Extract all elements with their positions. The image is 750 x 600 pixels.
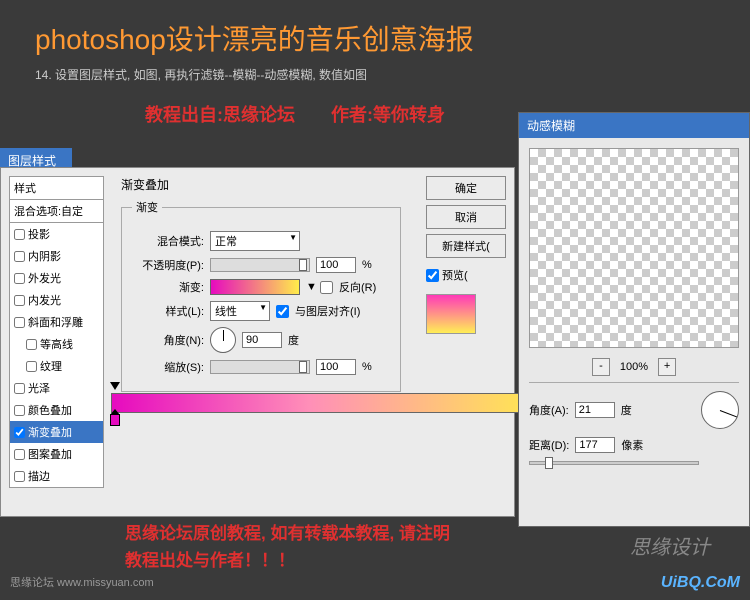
style-item-gradient-overlay[interactable]: 渐变叠加 bbox=[10, 421, 103, 443]
checkbox[interactable] bbox=[14, 405, 25, 416]
checkbox[interactable] bbox=[14, 229, 25, 240]
blend-mode-label: 混合模式: bbox=[132, 233, 204, 249]
style-item-bevel[interactable]: 斜面和浮雕 bbox=[10, 311, 103, 333]
gradient-preview[interactable] bbox=[210, 279, 300, 295]
align-checkbox[interactable] bbox=[276, 305, 289, 318]
angle-label: 角度(N): bbox=[132, 332, 204, 348]
angle-dial[interactable] bbox=[210, 327, 236, 353]
mb-distance-input[interactable] bbox=[575, 437, 615, 453]
cancel-button[interactable]: 取消 bbox=[426, 205, 506, 229]
scale-input[interactable] bbox=[316, 359, 356, 375]
motion-blur-preview bbox=[529, 148, 739, 348]
style-item-texture[interactable]: 纹理 bbox=[10, 355, 103, 377]
zoom-out-button[interactable]: - bbox=[592, 358, 610, 376]
step-subtitle: 14. 设置图层样式, 如图, 再执行滤镜--模糊--动感模糊, 数值如图 bbox=[0, 66, 750, 83]
layer-style-dialog: 样式 混合选项:自定 投影 内阴影 外发光 内发光 斜面和浮雕 等高线 纹理 光… bbox=[0, 167, 515, 517]
style-item-stroke[interactable]: 描边 bbox=[10, 465, 103, 487]
motion-blur-dialog: 动感模糊 - 100% + 角度(A): 度 距离(D): 像素 bbox=[518, 112, 750, 527]
blend-mode-select[interactable]: 正常 bbox=[210, 231, 300, 251]
footer-note: 思缘论坛原创教程, 如有转载本教程, 请注明 教程出处与作者！！！ bbox=[125, 520, 450, 574]
scale-label: 缩放(S): bbox=[132, 359, 204, 375]
watermark: UiBQ.CoM bbox=[661, 574, 740, 592]
gradient-overlay-panel: 渐变叠加 渐变 混合模式: 正常 不透明度(P): % 渐变: ▼ 反向(R) bbox=[121, 176, 401, 392]
style-item-outer-glow[interactable]: 外发光 bbox=[10, 267, 103, 289]
ok-button[interactable]: 确定 bbox=[426, 176, 506, 200]
styles-header: 样式 bbox=[10, 177, 103, 200]
gradient-label: 渐变: bbox=[132, 279, 204, 295]
mb-angle-label: 角度(A): bbox=[529, 402, 569, 418]
checkbox[interactable] bbox=[26, 361, 37, 372]
style-label: 样式(L): bbox=[132, 303, 204, 319]
reverse-label: 反向(R) bbox=[339, 279, 376, 295]
styles-list: 样式 混合选项:自定 投影 内阴影 外发光 内发光 斜面和浮雕 等高线 纹理 光… bbox=[9, 176, 104, 488]
angle-input[interactable] bbox=[242, 332, 282, 348]
checkbox[interactable] bbox=[14, 471, 25, 482]
checkbox[interactable] bbox=[14, 273, 25, 284]
opacity-input[interactable] bbox=[316, 257, 356, 273]
align-label: 与图层对齐(I) bbox=[295, 303, 360, 319]
style-item-pattern-overlay[interactable]: 图案叠加 bbox=[10, 443, 103, 465]
checkbox[interactable] bbox=[14, 427, 25, 438]
checkbox[interactable] bbox=[26, 339, 37, 350]
checkbox[interactable] bbox=[14, 383, 25, 394]
mb-distance-label: 距离(D): bbox=[529, 437, 569, 453]
small-preview bbox=[426, 294, 476, 334]
checkbox[interactable] bbox=[14, 317, 25, 328]
motion-blur-title: 动感模糊 bbox=[519, 113, 749, 138]
color-stop-left[interactable] bbox=[110, 414, 120, 426]
gradient-editor[interactable] bbox=[111, 393, 551, 413]
mb-angle-input[interactable] bbox=[575, 402, 615, 418]
checkbox[interactable] bbox=[426, 269, 439, 282]
style-item-contour[interactable]: 等高线 bbox=[10, 333, 103, 355]
opacity-slider[interactable] bbox=[210, 258, 310, 272]
checkbox[interactable] bbox=[14, 251, 25, 262]
style-item-satin[interactable]: 光泽 bbox=[10, 377, 103, 399]
preview-check[interactable]: 预览( bbox=[426, 267, 506, 283]
checkbox[interactable] bbox=[14, 295, 25, 306]
style-select[interactable]: 线性 bbox=[210, 301, 270, 321]
scale-slider[interactable] bbox=[210, 360, 310, 374]
opacity-stop-left[interactable] bbox=[110, 382, 120, 392]
panel-title: 渐变叠加 bbox=[121, 176, 401, 193]
checkbox[interactable] bbox=[14, 449, 25, 460]
style-item-inner-glow[interactable]: 内发光 bbox=[10, 289, 103, 311]
new-style-button[interactable]: 新建样式( bbox=[426, 234, 506, 258]
style-item-inner-shadow[interactable]: 内阴影 bbox=[10, 245, 103, 267]
gradient-track[interactable] bbox=[111, 393, 551, 413]
page-title: photoshop设计漂亮的音乐创意海报 bbox=[0, 0, 750, 66]
bottom-url: 思缘论坛 www.missyuan.com bbox=[10, 574, 154, 590]
blend-options[interactable]: 混合选项:自定 bbox=[10, 200, 103, 223]
opacity-label: 不透明度(P): bbox=[132, 257, 204, 273]
reverse-checkbox[interactable] bbox=[320, 281, 333, 294]
zoom-in-button[interactable]: + bbox=[658, 358, 676, 376]
zoom-level: 100% bbox=[620, 361, 648, 373]
style-item-color-overlay[interactable]: 颜色叠加 bbox=[10, 399, 103, 421]
style-item-drop-shadow[interactable]: 投影 bbox=[10, 223, 103, 245]
mb-distance-slider[interactable] bbox=[529, 461, 699, 465]
gradient-fieldset: 渐变 混合模式: 正常 不透明度(P): % 渐变: ▼ 反向(R) 样式(L)… bbox=[121, 199, 401, 392]
mb-angle-dial[interactable] bbox=[701, 391, 739, 429]
fieldset-legend: 渐变 bbox=[132, 199, 162, 215]
corner-logo: 思缘设计 bbox=[630, 531, 710, 560]
button-column: 确定 取消 新建样式( 预览( bbox=[426, 176, 506, 334]
